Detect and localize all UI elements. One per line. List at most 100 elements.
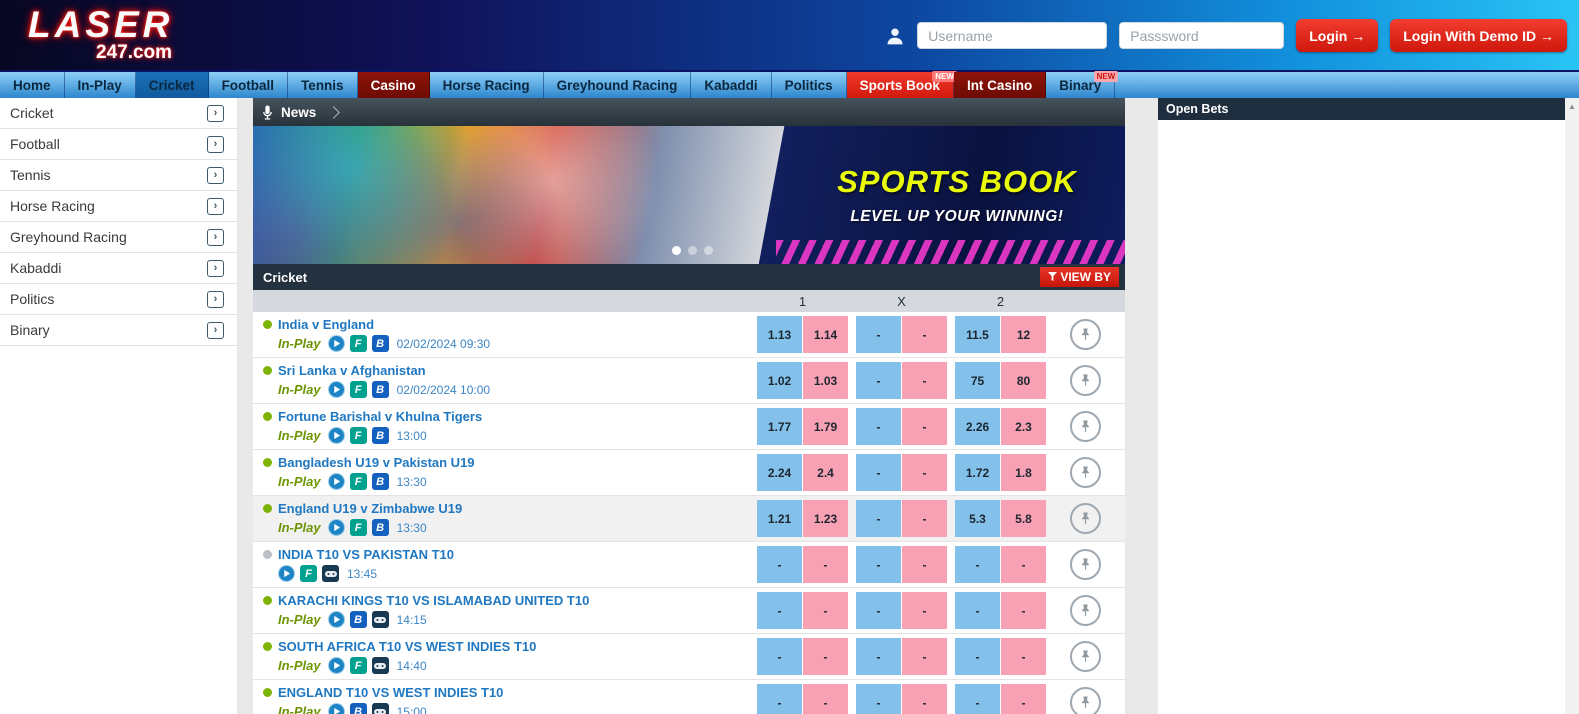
bookmaker-icon[interactable]: B — [349, 611, 367, 628]
bookmaker-icon[interactable]: B — [371, 427, 389, 444]
fancy-icon[interactable]: F — [349, 427, 367, 444]
pin-button[interactable] — [1070, 319, 1101, 350]
lay-odds-cell[interactable]: 5.8 — [1001, 500, 1046, 537]
lay-odds-cell[interactable]: 1.8 — [1001, 454, 1046, 491]
lay-odds-cell[interactable]: - — [803, 592, 848, 629]
back-odds-cell[interactable]: - — [856, 408, 901, 445]
nav-tab-home[interactable]: Home — [0, 72, 65, 98]
scroll-up-icon[interactable]: ▲ — [1568, 102, 1576, 714]
back-odds-cell[interactable]: - — [757, 546, 802, 583]
lay-odds-cell[interactable]: - — [902, 638, 947, 675]
pin-button[interactable] — [1070, 641, 1101, 672]
login-demo-button[interactable]: Login With Demo ID → — [1390, 19, 1567, 52]
lay-odds-cell[interactable]: 1.23 — [803, 500, 848, 537]
lay-odds-cell[interactable]: - — [902, 684, 947, 714]
fancy-icon[interactable]: F — [349, 335, 367, 352]
nav-tab-sports-book[interactable]: Sports Book NEW — [846, 71, 957, 98]
back-odds-cell[interactable]: - — [856, 362, 901, 399]
lay-odds-cell[interactable]: - — [1001, 684, 1046, 714]
lay-odds-cell[interactable]: 2.4 — [803, 454, 848, 491]
match-title-link[interactable]: INDIA T10 VS PAKISTAN T10 — [278, 547, 454, 562]
lay-odds-cell[interactable]: - — [803, 546, 848, 583]
back-odds-cell[interactable]: 1.72 — [955, 454, 1000, 491]
username-input[interactable] — [917, 22, 1108, 49]
nav-tab-cricket[interactable]: Cricket — [135, 72, 209, 98]
bookmaker-icon[interactable]: B — [371, 519, 389, 536]
pin-button[interactable] — [1070, 457, 1101, 488]
promo-banner[interactable]: SPORTS BOOK LEVEL UP YOUR WINNING! — [253, 126, 1125, 264]
back-odds-cell[interactable]: - — [856, 638, 901, 675]
pin-button[interactable] — [1070, 411, 1101, 442]
login-button[interactable]: Login → — [1296, 19, 1379, 52]
virtual-game-icon[interactable] — [371, 611, 389, 628]
back-odds-cell[interactable]: - — [856, 500, 901, 537]
carousel-dot[interactable] — [687, 246, 697, 255]
live-stream-icon[interactable] — [327, 335, 345, 352]
lay-odds-cell[interactable]: - — [902, 362, 947, 399]
live-stream-icon[interactable] — [327, 519, 345, 536]
back-odds-cell[interactable]: - — [757, 592, 802, 629]
nav-tab-football[interactable]: Football — [209, 72, 289, 98]
view-by-button[interactable]: VIEW BY — [1040, 267, 1119, 287]
sidebar-item-kabaddi[interactable]: Kabaddi › — [0, 253, 237, 284]
bookmaker-icon[interactable]: B — [349, 703, 367, 714]
back-odds-cell[interactable]: 1.13 — [757, 316, 802, 353]
lay-odds-cell[interactable]: - — [902, 316, 947, 353]
pin-button[interactable] — [1070, 687, 1101, 714]
sidebar-item-greyhound-racing[interactable]: Greyhound Racing › — [0, 222, 237, 253]
nav-tab-binary[interactable]: Binary NEW — [1046, 71, 1119, 98]
live-stream-icon[interactable] — [278, 565, 295, 582]
back-odds-cell[interactable]: - — [856, 316, 901, 353]
pin-button[interactable] — [1070, 503, 1101, 534]
bookmaker-icon[interactable]: B — [371, 335, 389, 352]
fancy-icon[interactable]: F — [300, 565, 317, 582]
match-title-link[interactable]: Fortune Barishal v Khulna Tigers — [278, 409, 482, 424]
live-stream-icon[interactable] — [327, 381, 345, 398]
back-odds-cell[interactable]: - — [856, 684, 901, 714]
fancy-icon[interactable]: F — [349, 381, 367, 398]
lay-odds-cell[interactable]: - — [902, 546, 947, 583]
sidebar-item-binary[interactable]: Binary › — [0, 315, 237, 346]
back-odds-cell[interactable]: - — [955, 638, 1000, 675]
back-odds-cell[interactable]: - — [856, 546, 901, 583]
fancy-icon[interactable]: F — [349, 519, 367, 536]
back-odds-cell[interactable]: 75 — [955, 362, 1000, 399]
carousel-dot[interactable] — [703, 246, 713, 255]
lay-odds-cell[interactable]: 80 — [1001, 362, 1046, 399]
back-odds-cell[interactable]: 11.5 — [955, 316, 1000, 353]
back-odds-cell[interactable]: 1.02 — [757, 362, 802, 399]
lay-odds-cell[interactable]: 2.3 — [1001, 408, 1046, 445]
sidebar-item-horse-racing[interactable]: Horse Racing › — [0, 191, 237, 222]
bookmaker-icon[interactable]: B — [371, 381, 389, 398]
match-title-link[interactable]: England U19 v Zimbabwe U19 — [278, 501, 462, 516]
match-title-link[interactable]: Bangladesh U19 v Pakistan U19 — [278, 455, 475, 470]
back-odds-cell[interactable]: - — [757, 684, 802, 714]
live-stream-icon[interactable] — [327, 657, 345, 674]
back-odds-cell[interactable]: - — [757, 638, 802, 675]
lay-odds-cell[interactable]: - — [1001, 546, 1046, 583]
pin-button[interactable] — [1070, 365, 1101, 396]
lay-odds-cell[interactable]: - — [803, 684, 848, 714]
lay-odds-cell[interactable]: 1.14 — [803, 316, 848, 353]
sidebar-item-football[interactable]: Football › — [0, 129, 237, 160]
back-odds-cell[interactable]: - — [955, 684, 1000, 714]
pin-button[interactable] — [1070, 595, 1101, 626]
scrollbar[interactable]: ▲ — [1565, 98, 1579, 714]
site-logo[interactable]: LASER 247.com — [28, 6, 173, 63]
back-odds-cell[interactable]: 2.24 — [757, 454, 802, 491]
bookmaker-icon[interactable]: B — [371, 473, 389, 490]
sidebar-item-politics[interactable]: Politics › — [0, 284, 237, 315]
nav-tab-in-play[interactable]: In-Play — [65, 72, 136, 98]
lay-odds-cell[interactable]: - — [902, 592, 947, 629]
lay-odds-cell[interactable]: 12 — [1001, 316, 1046, 353]
lay-odds-cell[interactable]: - — [803, 638, 848, 675]
match-title-link[interactable]: KARACHI KINGS T10 VS ISLAMABAD UNITED T1… — [278, 593, 589, 608]
pin-button[interactable] — [1070, 549, 1101, 580]
match-title-link[interactable]: SOUTH AFRICA T10 VS WEST INDIES T10 — [278, 639, 536, 654]
nav-tab-kabaddi[interactable]: Kabaddi — [691, 72, 772, 98]
lay-odds-cell[interactable]: - — [1001, 638, 1046, 675]
live-stream-icon[interactable] — [327, 703, 345, 714]
sidebar-item-tennis[interactable]: Tennis › — [0, 160, 237, 191]
match-title-link[interactable]: ENGLAND T10 VS WEST INDIES T10 — [278, 685, 503, 700]
lay-odds-cell[interactable]: - — [1001, 592, 1046, 629]
